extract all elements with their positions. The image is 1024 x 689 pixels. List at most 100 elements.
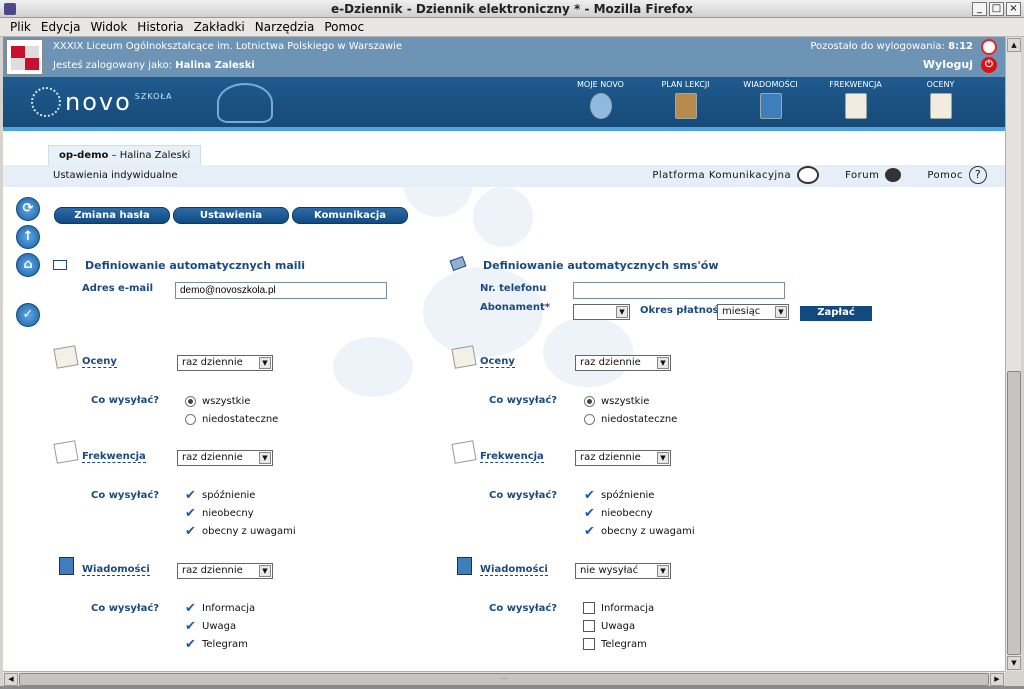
menu-view[interactable]: Widok xyxy=(85,18,132,36)
checkmark-icon[interactable]: ✔ xyxy=(584,489,596,502)
scroll-right-icon[interactable]: ▶ xyxy=(990,673,1004,686)
email-input[interactable] xyxy=(175,282,387,299)
forum-link[interactable]: Forum xyxy=(845,170,879,181)
nav-oceny[interactable]: OCENY xyxy=(898,80,983,128)
sms-grades-option-failing[interactable]: niedostateczne xyxy=(584,414,677,425)
mail-attendance-label: Frekwencja xyxy=(82,451,146,463)
pay-button[interactable]: Zapłać xyxy=(800,306,872,321)
attendance-cards-icon xyxy=(451,440,477,464)
sms-attendance-option-absent[interactable]: ✔ nieobecny xyxy=(584,507,653,520)
nav-label: FREKWENCJA xyxy=(829,80,882,89)
tab-komunikacja[interactable]: Komunikacja xyxy=(292,207,408,224)
message-book-icon xyxy=(760,93,782,119)
close-button[interactable]: × xyxy=(1006,2,1021,16)
mail-grades-frequency-select[interactable]: raz dziennie ▼ xyxy=(177,355,273,371)
maximize-button[interactable]: □ xyxy=(989,2,1004,16)
platform-link[interactable]: Platforma Komunikacyjna xyxy=(652,170,791,181)
vertical-scrollbar[interactable]: ▲ ▼ xyxy=(1005,37,1021,671)
refresh-icon[interactable]: ⟳ xyxy=(16,197,40,221)
tab-zmiana-hasla[interactable]: Zmiana hasła xyxy=(54,207,170,224)
menu-help[interactable]: Pomoc xyxy=(319,18,369,36)
option-label: wszystkie xyxy=(202,396,251,407)
sms-attendance-what-label: Co wysyłać? xyxy=(489,490,558,501)
radio-button[interactable] xyxy=(185,414,196,425)
arrow-up-icon[interactable]: ↑ xyxy=(16,225,40,249)
help-link[interactable]: Pomoc xyxy=(927,170,963,181)
checkmark-icon[interactable]: ✔ xyxy=(185,602,197,615)
sms-messages-option-telegram[interactable]: Telegram xyxy=(583,638,647,650)
mail-attendance-option-late[interactable]: ✔ spóźnienie xyxy=(185,489,255,502)
checkmark-icon[interactable]: ✔ xyxy=(185,489,197,502)
mail-messages-frequency-select[interactable]: raz dziennie ▼ xyxy=(177,563,273,579)
menu-bookmarks[interactable]: Zakładki xyxy=(189,18,250,36)
sms-messages-frequency-select[interactable]: nie wysyłać ▼ xyxy=(575,563,671,579)
mail-grades-option-all[interactable]: wszystkie xyxy=(185,396,250,407)
scroll-left-icon[interactable]: ◀ xyxy=(4,673,18,686)
horizontal-scrollbar[interactable]: ◀ ··· ▶ xyxy=(3,671,1005,686)
payment-period-select[interactable]: miesiąc ▼ xyxy=(717,304,789,320)
globe-icon xyxy=(31,87,61,117)
sms-attendance-frequency-select[interactable]: raz dziennie ▼ xyxy=(575,450,671,466)
checkbox[interactable] xyxy=(583,620,595,632)
user-tab[interactable]: op-demo – Halina Zaleski xyxy=(48,145,202,165)
school-info-bar: XXXIX Liceum Ogólnokształcące im. Lotnic… xyxy=(3,37,1005,77)
checkmark-icon[interactable]: ✔ xyxy=(584,525,596,538)
phone-input[interactable] xyxy=(573,282,785,299)
menu-edit[interactable]: Edycja xyxy=(36,18,86,36)
sms-messages-option-remark[interactable]: Uwaga xyxy=(583,620,635,632)
nav-wiadomosci[interactable]: WIADOMOŚCI xyxy=(728,80,813,128)
option-label: niedostateczne xyxy=(202,414,279,425)
checkmark-icon[interactable]: ✔ xyxy=(185,620,197,633)
checkmark-icon[interactable]: ✔ xyxy=(185,507,197,520)
sms-attendance-option-remarks[interactable]: ✔ obecny z uwagami xyxy=(584,525,695,538)
left-toolbar: ⟳ ↑ ⌂ ✓ xyxy=(16,197,42,331)
option-label: Uwaga xyxy=(202,621,237,632)
nav-label: WIADOMOŚCI xyxy=(743,80,798,89)
scroll-thumb[interactable] xyxy=(1007,371,1021,655)
mail-messages-option-remark[interactable]: ✔ Uwaga xyxy=(185,620,237,633)
nav-plan-lekcji[interactable]: PLAN LEKCJI xyxy=(643,80,728,128)
logout-link[interactable]: Wyloguj xyxy=(923,58,973,71)
scroll-up-icon[interactable]: ▲ xyxy=(1007,38,1021,52)
home-icon[interactable]: ⌂ xyxy=(16,253,40,277)
radio-button[interactable] xyxy=(185,396,196,407)
radio-button[interactable] xyxy=(584,414,595,425)
mail-attendance-option-absent[interactable]: ✔ nieobecny xyxy=(185,507,254,520)
forum-bubble-icon[interactable] xyxy=(885,168,902,182)
subscription-select[interactable]: ▼ xyxy=(573,304,630,320)
nav-frekwencja[interactable]: FREKWENCJA xyxy=(813,80,898,128)
power-icon[interactable]: ⏻ xyxy=(981,57,997,73)
checkbox[interactable] xyxy=(583,638,595,650)
menu-tools[interactable]: Narzędzia xyxy=(250,18,320,36)
nav-moje-novo[interactable]: MOJE NOVO xyxy=(558,80,643,128)
radio-button[interactable] xyxy=(584,396,595,407)
novo-logo[interactable]: novo SZKOŁA xyxy=(31,87,172,117)
sms-grades-option-all[interactable]: wszystkie xyxy=(584,396,649,407)
chat-bubble-icon[interactable] xyxy=(797,166,820,184)
user-code: op-demo xyxy=(59,150,109,161)
checkmark-icon[interactable]: ✔ xyxy=(185,638,197,651)
minimize-button[interactable]: _ xyxy=(972,2,987,16)
checkmark-icon[interactable]: ✔ xyxy=(185,525,197,538)
menu-history[interactable]: Historia xyxy=(132,18,188,36)
mail-messages-option-info[interactable]: ✔ Informacja xyxy=(185,602,255,615)
mail-attendance-option-remarks[interactable]: ✔ obecny z uwagami xyxy=(185,525,296,538)
mail-messages-option-telegram[interactable]: ✔ Telegram xyxy=(185,638,248,651)
dropdown-arrow-icon: ▼ xyxy=(775,306,787,318)
scroll-down-icon[interactable]: ▼ xyxy=(1007,656,1021,670)
sms-section-heading: Definiowanie automatycznych sms'ów xyxy=(483,259,719,272)
scroll-thumb[interactable]: ··· xyxy=(19,673,989,686)
sms-attendance-option-late[interactable]: ✔ spóźnienie xyxy=(584,489,654,502)
checkbox[interactable] xyxy=(583,602,595,614)
sms-messages-option-info[interactable]: Informacja xyxy=(583,602,654,614)
check-circle-icon[interactable]: ✓ xyxy=(16,303,40,327)
mail-messages-what-label: Co wysyłać? xyxy=(91,603,160,614)
checkmark-icon[interactable]: ✔ xyxy=(584,507,596,520)
tab-ustawienia[interactable]: Ustawienia xyxy=(173,207,289,224)
sms-grades-frequency-select[interactable]: raz dziennie ▼ xyxy=(575,355,671,371)
mail-attendance-frequency-select[interactable]: raz dziennie ▼ xyxy=(177,450,273,466)
menu-file[interactable]: Plik xyxy=(5,18,36,36)
nav-label: PLAN LEKCJI xyxy=(661,80,710,89)
mail-grades-option-failing[interactable]: niedostateczne xyxy=(185,414,278,425)
help-icon[interactable]: ? xyxy=(969,166,987,184)
